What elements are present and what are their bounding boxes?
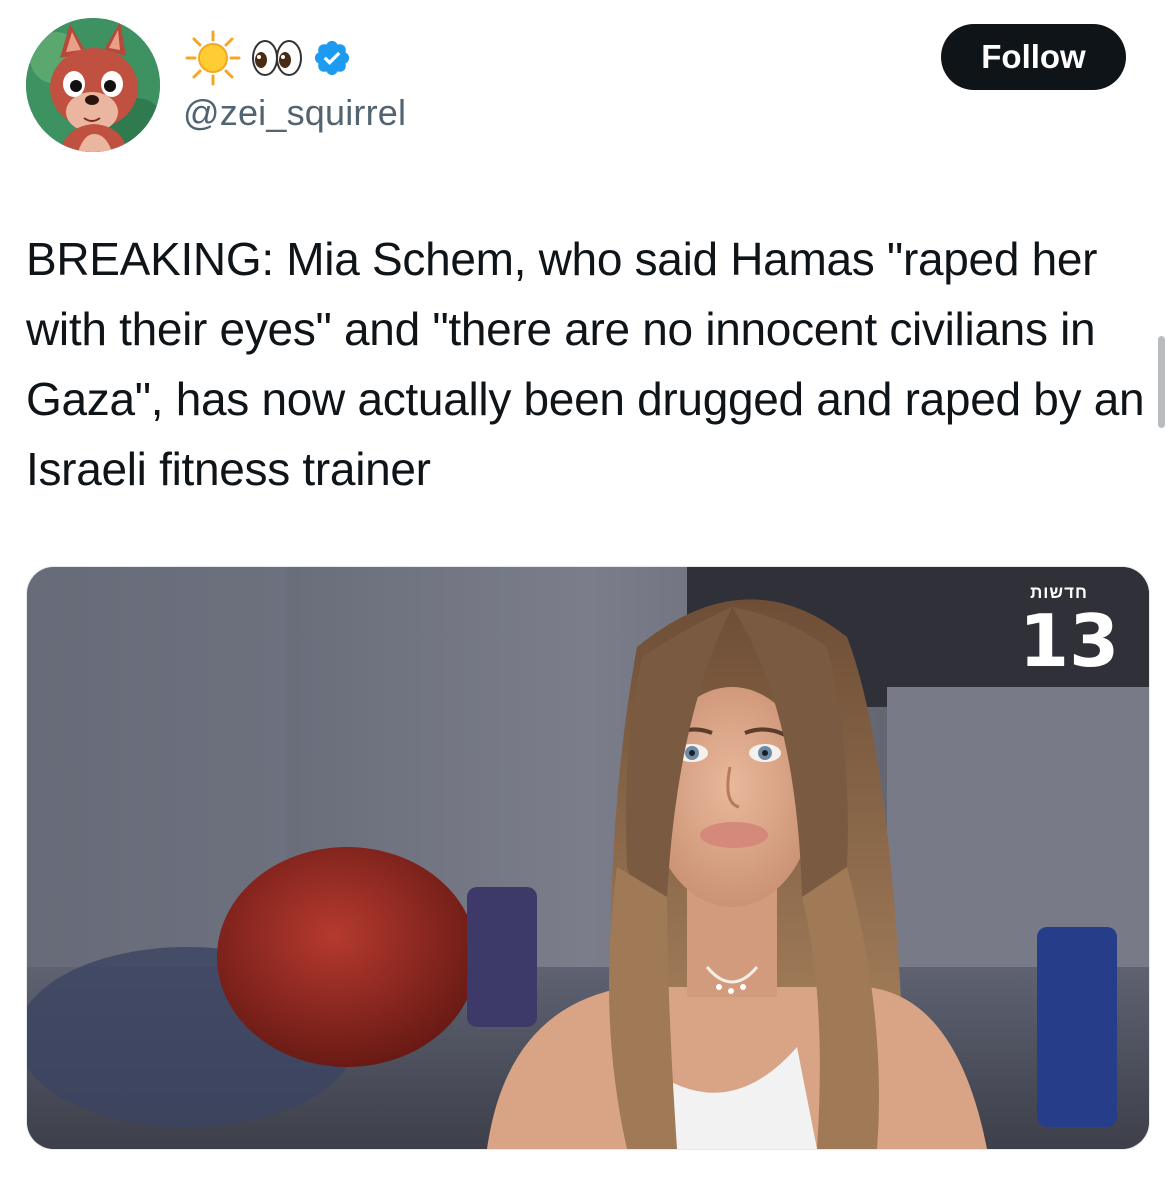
verified-badge-icon[interactable]: [312, 38, 352, 78]
eyes-icon: [248, 38, 306, 78]
avatar[interactable]: [26, 18, 160, 152]
display-name[interactable]: [184, 30, 352, 86]
sun-icon: [184, 29, 242, 87]
tweet-card: @zei_squirrel Follow BREAKING: Mia Schem…: [0, 0, 1174, 1200]
video-still-image: [27, 567, 1149, 1149]
user-handle[interactable]: @zei_squirrel: [183, 92, 406, 134]
tweet-media-image[interactable]: חדשות 13: [26, 566, 1150, 1150]
channel-logo: 13: [1019, 599, 1120, 683]
tweet-text: BREAKING: Mia Schem, who said Hamas "rap…: [26, 233, 1145, 495]
squirrel-avatar-icon: [26, 18, 160, 152]
follow-button[interactable]: Follow: [941, 24, 1126, 90]
scrollbar[interactable]: [1158, 336, 1165, 428]
